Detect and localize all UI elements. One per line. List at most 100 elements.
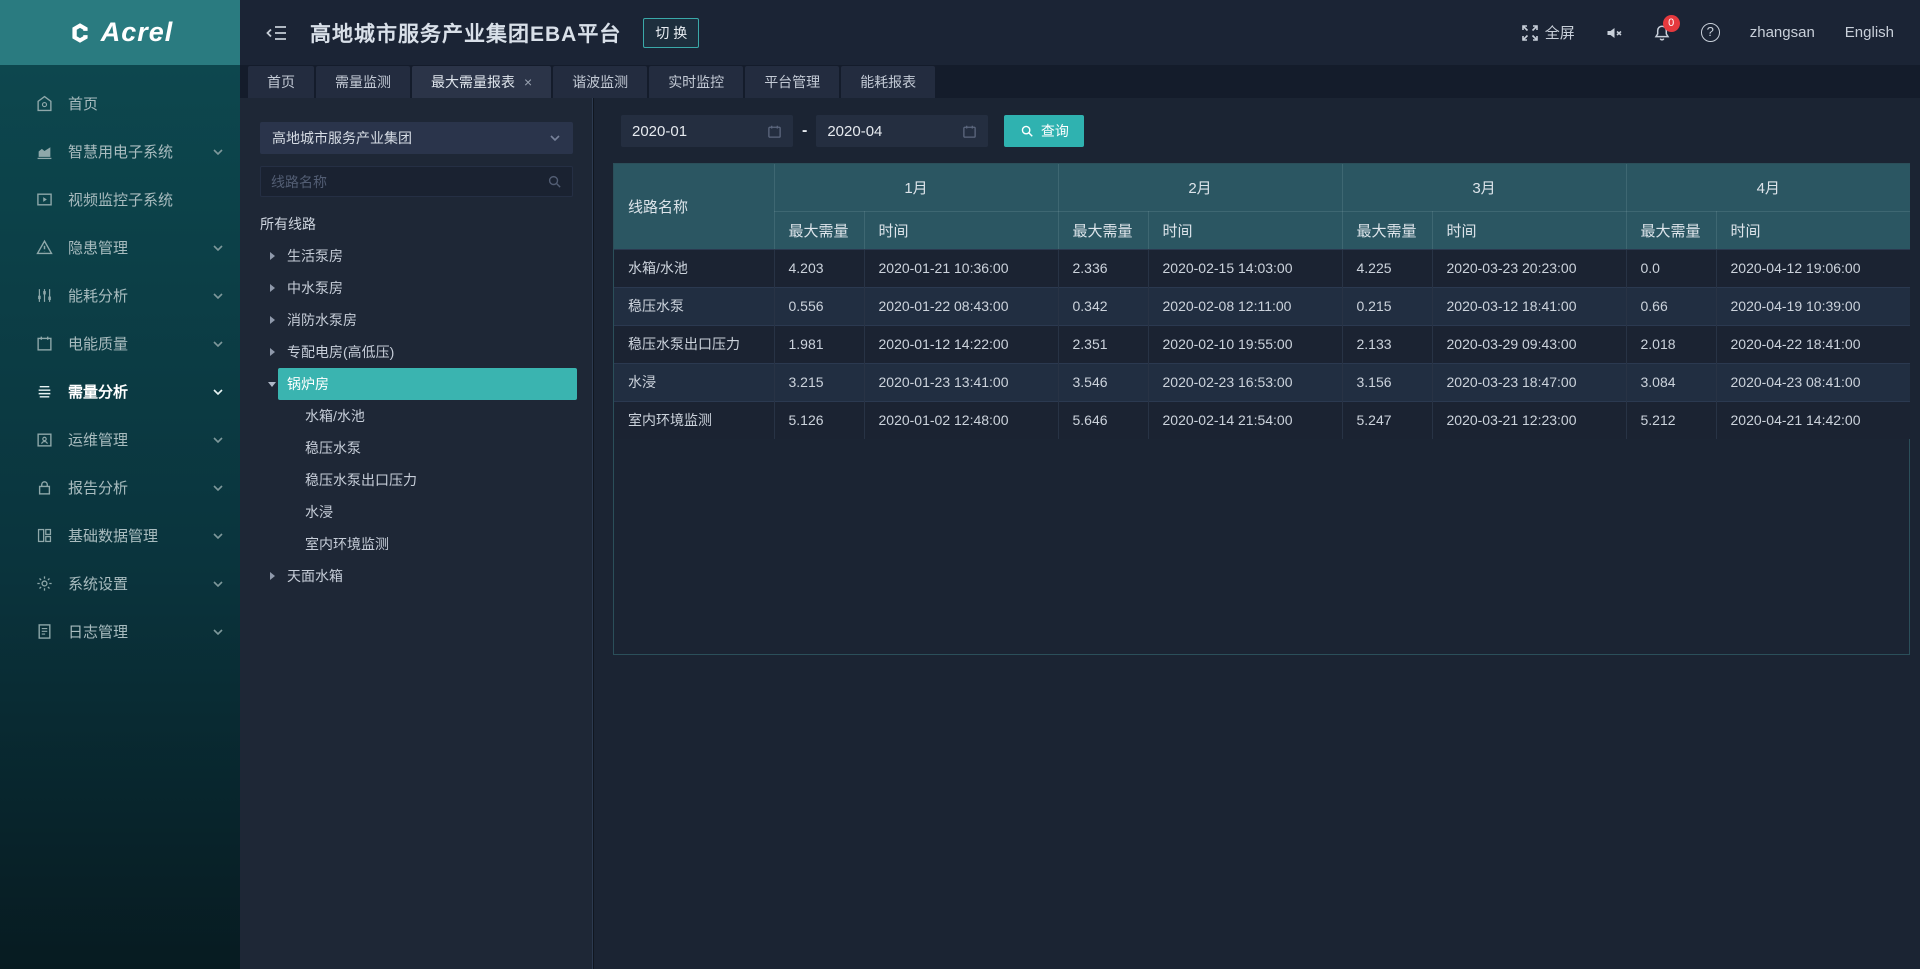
tree-node-label: 消防水泵房 [278,304,577,336]
tab-1[interactable]: 需量监测 [316,66,410,98]
sidebar-item-label: 基础数据管理 [68,525,212,546]
sidebar-item-8[interactable]: 报告分析 [0,463,240,511]
sidebar-item-10[interactable]: 系统设置 [0,559,240,607]
search-input[interactable] [271,174,547,190]
sidebar-item-label: 智慧用电子系统 [68,141,212,162]
arrow-collapsed-icon[interactable] [266,348,278,356]
search-icon[interactable] [547,174,562,189]
sidebar-collapse-icon[interactable] [266,22,288,44]
tree-leaf-label: 水箱/水池 [296,400,577,432]
cell-time-1: 2020-02-14 21:54:00 [1148,401,1342,439]
cell-line-name: 稳压水泵出口压力 [614,325,774,363]
cell-max-demand-2: 3.156 [1342,363,1432,401]
tree-node-4[interactable]: 锅炉房 [240,368,592,400]
chevron-down-icon [212,289,224,301]
start-date-input[interactable]: 2020-01 [621,115,793,147]
arrow-collapsed-icon[interactable] [266,284,278,292]
org-select[interactable]: 高地城市服务产业集团 [260,122,573,154]
tree-root-label[interactable]: 所有线路 [240,208,592,240]
tab-label: 谐波监测 [572,74,628,90]
tab-5[interactable]: 平台管理 [745,66,839,98]
cell-max-demand-1: 2.336 [1058,249,1148,287]
acrel-logo-icon [67,20,93,46]
calendar-icon [962,124,977,139]
tree-node-5[interactable]: 天面水箱 [240,560,592,592]
col-header-max-demand-2: 最大需量 [1342,211,1432,249]
tree-leaf-4-3[interactable]: 水浸 [240,496,592,528]
sidebar-item-1[interactable]: 智慧用电子系统 [0,127,240,175]
chevron-down-icon [212,481,224,493]
search-icon [1020,124,1034,138]
cell-line-name: 水箱/水池 [614,249,774,287]
fullscreen-button[interactable]: 全屏 [1521,22,1575,43]
sidebar-item-11[interactable]: 日志管理 [0,607,240,655]
col-header-time-2: 时间 [1432,211,1626,249]
cell-time-3: 2020-04-23 08:41:00 [1716,363,1910,401]
sidebar-item-3[interactable]: 隐患管理 [0,223,240,271]
close-icon[interactable]: × [524,74,532,90]
start-date-value: 2020-01 [632,123,687,140]
tree-node-2[interactable]: 消防水泵房 [240,304,592,336]
cell-max-demand-1: 3.546 [1058,363,1148,401]
tab-4[interactable]: 实时监控 [649,66,743,98]
cell-time-3: 2020-04-22 18:41:00 [1716,325,1910,363]
switch-button[interactable]: 切 换 [643,18,699,48]
sidebar-item-2[interactable]: 视频监控子系统 [0,175,240,223]
col-header-max-demand-0: 最大需量 [774,211,864,249]
tab-bar: 首页 需量监测最大需量报表× 谐波监测 实时监控平台管理能耗报表 [240,65,1920,98]
cell-max-demand-0: 0.556 [774,287,864,325]
arrow-collapsed-icon[interactable] [266,572,278,580]
tab-0[interactable]: 首页 [248,66,314,98]
cell-max-demand-1: 2.351 [1058,325,1148,363]
help-button[interactable]: ? [1701,23,1720,42]
cell-time-3: 2020-04-19 10:39:00 [1716,287,1910,325]
tab-label: 首页 [267,74,295,90]
tree-node-0[interactable]: 生活泵房 [240,240,592,272]
sidebar-item-7[interactable]: 运维管理 [0,415,240,463]
arrow-collapsed-icon[interactable] [266,316,278,324]
cell-time-2: 2020-03-29 09:43:00 [1432,325,1626,363]
sidebar-item-5[interactable]: 电能质量 [0,319,240,367]
end-date-value: 2020-04 [827,123,882,140]
cell-max-demand-0: 1.981 [774,325,864,363]
language-switch[interactable]: English [1845,24,1894,41]
chevron-down-icon [212,145,224,157]
cell-max-demand-3: 5.212 [1626,401,1716,439]
sidebar-item-label: 能耗分析 [68,285,212,306]
query-toolbar: 2020-01 - 2020-04 查询 [621,115,1084,147]
cell-time-3: 2020-04-12 19:06:00 [1716,249,1910,287]
ops-icon [36,431,53,448]
tree-leaf-label: 室内环境监测 [296,528,577,560]
tab-3[interactable]: 谐波监测 [553,66,647,98]
end-date-input[interactable]: 2020-04 [816,115,988,147]
cell-max-demand-2: 0.215 [1342,287,1432,325]
tree-leaf-4-2[interactable]: 稳压水泵出口压力 [240,464,592,496]
notifications-button[interactable]: 0 [1653,24,1671,42]
sidebar-item-0[interactable]: 首页 [0,79,240,127]
sidebar-item-label: 系统设置 [68,573,212,594]
sidebar-item-label: 报告分析 [68,477,212,498]
arrow-collapsed-icon[interactable] [266,252,278,260]
date-range-separator: - [802,122,807,140]
sidebar-item-label: 日志管理 [68,621,212,642]
arrow-expanded-icon[interactable] [266,382,278,387]
cell-time-0: 2020-01-12 14:22:00 [864,325,1058,363]
cell-time-1: 2020-02-23 16:53:00 [1148,363,1342,401]
cell-time-2: 2020-03-12 18:41:00 [1432,287,1626,325]
chart-icon [36,143,53,160]
tree-leaf-4-1[interactable]: 稳压水泵 [240,432,592,464]
cell-max-demand-2: 4.225 [1342,249,1432,287]
tab-6[interactable]: 能耗报表 [841,66,935,98]
query-button[interactable]: 查询 [1004,115,1084,147]
username[interactable]: zhangsan [1750,24,1815,41]
tree-node-3[interactable]: 专配电房(高低压) [240,336,592,368]
sidebar-item-6[interactable]: 需量分析 [0,367,240,415]
tree-leaf-4-4[interactable]: 室内环境监测 [240,528,592,560]
tree-node-1[interactable]: 中水泵房 [240,272,592,304]
sidebar-item-4[interactable]: 能耗分析 [0,271,240,319]
sidebar-item-9[interactable]: 基础数据管理 [0,511,240,559]
tree-leaf-4-0[interactable]: 水箱/水池 [240,400,592,432]
tree-node-label: 专配电房(高低压) [278,336,577,368]
tab-2[interactable]: 最大需量报表× [412,66,551,98]
mute-button[interactable] [1605,24,1623,42]
